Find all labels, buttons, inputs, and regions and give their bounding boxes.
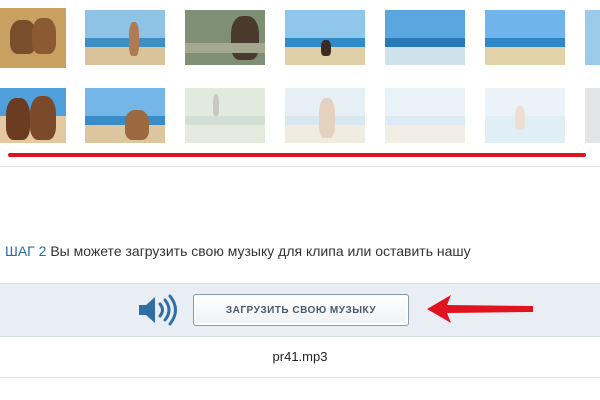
- step-label: ШАГ 2: [5, 243, 47, 259]
- photo-thumbnail[interactable]: [85, 88, 165, 143]
- photo-thumbnail[interactable]: [585, 88, 600, 143]
- photo-thumbnails-strip: [0, 0, 600, 150]
- photo-thumbnail[interactable]: [185, 10, 265, 65]
- photo-thumbnail[interactable]: [185, 88, 265, 143]
- speaker-volume-icon[interactable]: [137, 294, 181, 326]
- photo-thumbnail[interactable]: [585, 10, 600, 65]
- photo-thumbnail[interactable]: [85, 10, 165, 65]
- photo-thumbnail[interactable]: [285, 88, 365, 143]
- photo-thumbnail[interactable]: [485, 88, 565, 143]
- photo-thumbnail[interactable]: [485, 10, 565, 65]
- red-highlight-underline: [8, 153, 586, 157]
- photo-thumbnail[interactable]: [0, 8, 66, 68]
- music-upload-bar: ЗАГРУЗИТЬ СВОЮ МУЗЫКУ: [0, 283, 600, 337]
- red-arrow-left-icon: [427, 295, 533, 323]
- step-instruction: ШАГ 2 Вы можете загрузить свою музыку дл…: [5, 243, 471, 259]
- section-divider: [0, 166, 600, 167]
- photo-thumbnail[interactable]: [385, 10, 465, 65]
- section-divider: [0, 377, 600, 378]
- photo-thumbnail[interactable]: [0, 88, 66, 143]
- photo-thumbnail[interactable]: [285, 10, 365, 65]
- upload-music-button[interactable]: ЗАГРУЗИТЬ СВОЮ МУЗЫКУ: [193, 294, 409, 326]
- step-text: Вы можете загрузить свою музыку для клип…: [50, 243, 471, 259]
- photo-thumbnail[interactable]: [385, 88, 465, 143]
- music-filename: pr41.mp3: [272, 349, 328, 364]
